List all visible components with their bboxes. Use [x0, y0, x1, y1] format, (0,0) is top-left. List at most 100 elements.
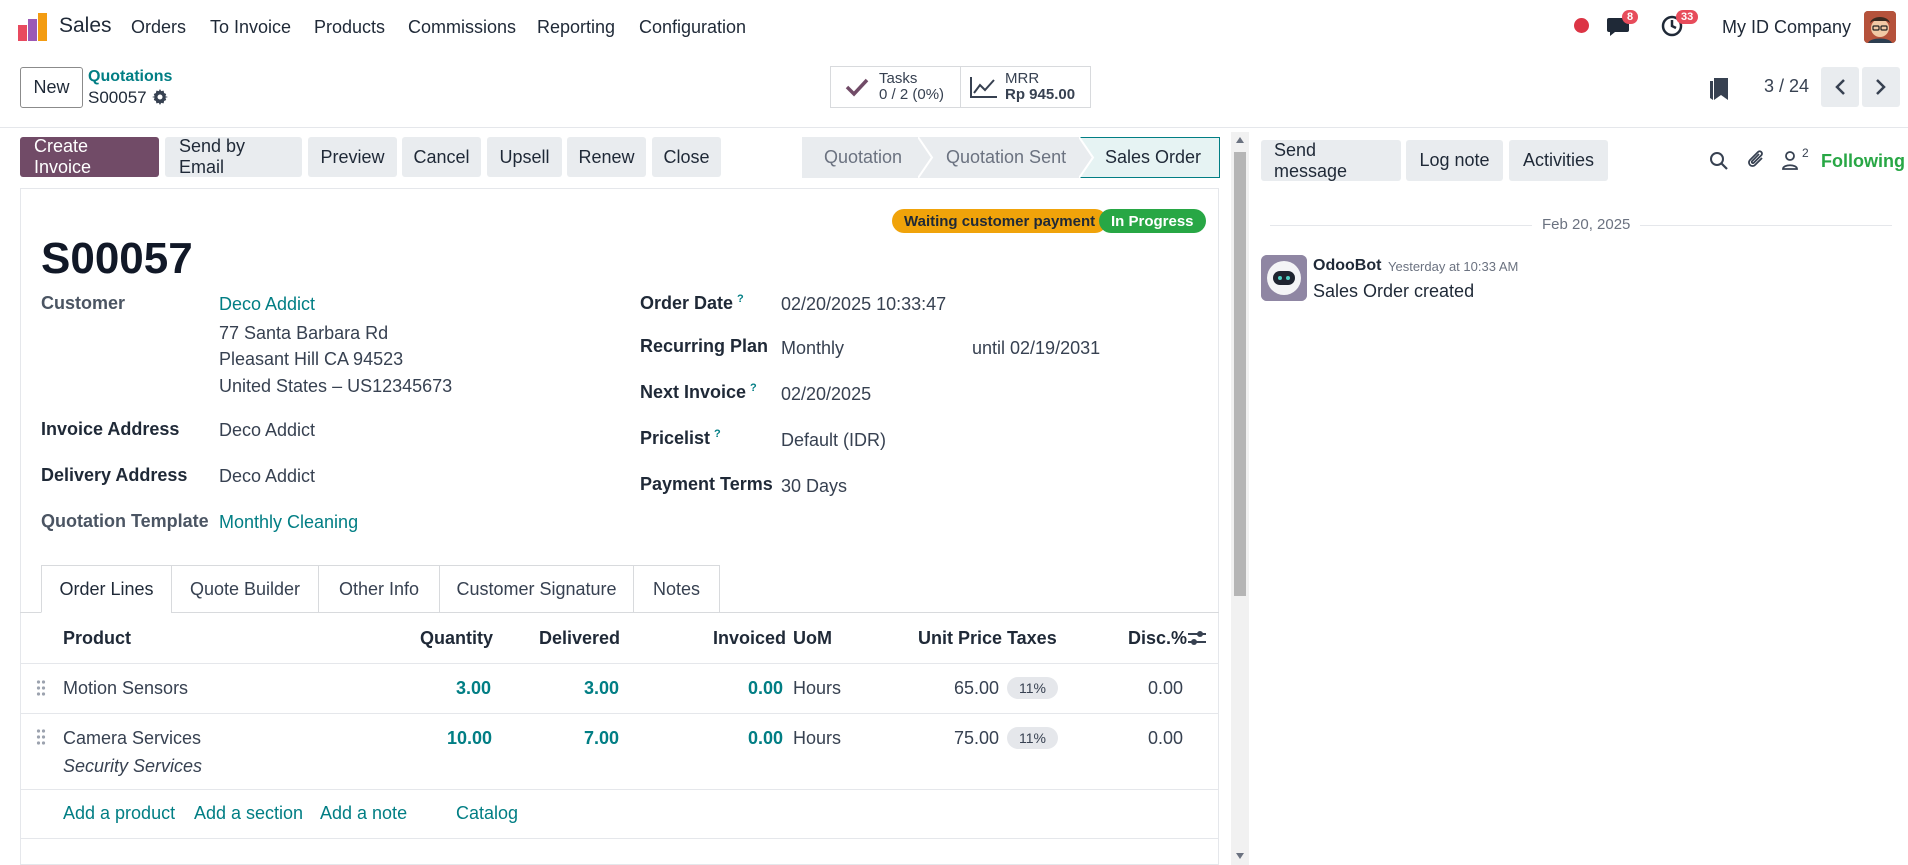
recurring-end-date[interactable]: until 02/19/2031: [972, 338, 1100, 359]
row2-unit-price[interactable]: 75.00: [954, 728, 999, 749]
help-icon[interactable]: ?: [737, 293, 744, 305]
message-author[interactable]: OdooBot: [1313, 257, 1381, 275]
column-product[interactable]: Product: [63, 628, 131, 649]
menu-commissions[interactable]: Commissions: [408, 17, 516, 38]
catalog-link[interactable]: Catalog: [456, 803, 518, 824]
bookmark-icon[interactable]: [1708, 76, 1730, 102]
scroll-up-icon[interactable]: [1235, 136, 1245, 144]
tab-other-info[interactable]: Other Info: [318, 565, 440, 613]
company-switcher[interactable]: My ID Company: [1722, 17, 1851, 38]
payment-terms-label: Payment Terms: [640, 474, 773, 494]
activities-button[interactable]: Activities: [1509, 140, 1608, 181]
next-invoice-field[interactable]: 02/20/2025: [781, 384, 871, 405]
gear-icon[interactable]: [152, 89, 168, 105]
app-name[interactable]: Sales: [59, 14, 112, 38]
preview-button[interactable]: Preview: [308, 137, 397, 177]
pricelist-label: Pricelist?: [640, 428, 721, 448]
scroll-down-icon[interactable]: [1235, 852, 1245, 860]
renew-button[interactable]: Renew: [567, 137, 646, 177]
cancel-button[interactable]: Cancel: [402, 137, 481, 177]
close-button[interactable]: Close: [652, 137, 721, 177]
log-note-button[interactable]: Log note: [1406, 140, 1503, 181]
menu-configuration[interactable]: Configuration: [639, 17, 746, 38]
optional-columns-icon[interactable]: [1187, 629, 1207, 647]
customer-address-line2: Pleasant Hill CA 94523: [219, 349, 404, 369]
row1-quantity[interactable]: 3.00: [456, 678, 491, 699]
recurring-plan-field[interactable]: Monthly: [781, 338, 844, 359]
top-navbar: Sales Orders To Invoice Products Commiss…: [0, 0, 1908, 55]
column-invoiced[interactable]: Invoiced: [713, 628, 786, 649]
tab-notes[interactable]: Notes: [633, 565, 720, 613]
row1-discount[interactable]: 0.00: [1148, 678, 1183, 699]
row2-discount[interactable]: 0.00: [1148, 728, 1183, 749]
row1-product[interactable]: Motion Sensors: [63, 678, 188, 699]
customer-link[interactable]: Deco Addict: [219, 294, 315, 315]
paperclip-icon[interactable]: [1747, 149, 1767, 171]
column-unit-price[interactable]: Unit Price: [918, 628, 1002, 649]
tab-order-lines[interactable]: Order Lines: [41, 565, 172, 613]
mrr-value: Rp 945.00: [1005, 86, 1076, 103]
mrr-smart-button[interactable]: MRR Rp 945.00: [960, 66, 1091, 108]
tasks-smart-button[interactable]: Tasks 0 / 2 (0%): [830, 66, 961, 108]
pricelist-field[interactable]: Default (IDR): [781, 430, 886, 451]
row2-quantity[interactable]: 10.00: [447, 728, 492, 749]
drag-handle-icon[interactable]: [36, 679, 46, 697]
menu-to-invoice[interactable]: To Invoice: [210, 17, 291, 38]
table-header-divider: [20, 663, 1219, 664]
breadcrumb-quotations[interactable]: Quotations: [88, 68, 172, 86]
menu-products[interactable]: Products: [314, 17, 385, 38]
table-row-divider: [20, 789, 1219, 790]
quotation-template-link[interactable]: Monthly Cleaning: [219, 512, 358, 533]
column-uom[interactable]: UoM: [793, 628, 832, 649]
stage-quotation[interactable]: Quotation: [802, 137, 918, 178]
recurring-plan-label: Recurring Plan: [640, 336, 769, 356]
send-message-button[interactable]: Send message: [1261, 140, 1401, 181]
add-section-link[interactable]: Add a section: [194, 803, 303, 824]
column-taxes[interactable]: Taxes: [1007, 628, 1057, 649]
add-product-link[interactable]: Add a product: [63, 803, 175, 824]
tab-quote-builder[interactable]: Quote Builder: [171, 565, 319, 613]
column-quantity[interactable]: Quantity: [420, 628, 493, 649]
tab-customer-signature[interactable]: Customer Signature: [439, 565, 634, 613]
menu-reporting[interactable]: Reporting: [537, 17, 615, 38]
help-icon[interactable]: ?: [750, 382, 757, 394]
customer-address-line1: 77 Santa Barbara Rd: [219, 323, 389, 343]
row1-delivered[interactable]: 3.00: [584, 678, 619, 699]
payment-terms-field[interactable]: 30 Days: [781, 476, 847, 497]
order-date-field[interactable]: 02/20/2025 10:33:47: [781, 294, 946, 315]
add-note-link[interactable]: Add a note: [320, 803, 407, 824]
chevron-right-icon: [1876, 79, 1886, 95]
row2-product[interactable]: Camera Services: [63, 728, 201, 749]
recording-indicator-icon[interactable]: [1574, 18, 1589, 33]
stage-sales-order[interactable]: Sales Order: [1079, 137, 1220, 178]
row1-uom[interactable]: Hours: [793, 678, 841, 699]
column-discount[interactable]: Disc.%: [1128, 628, 1187, 649]
following-button[interactable]: Following: [1821, 151, 1905, 172]
row2-uom[interactable]: Hours: [793, 728, 841, 749]
user-avatar[interactable]: [1864, 11, 1896, 43]
line-chart-icon: [970, 77, 997, 98]
row1-tax-badge[interactable]: 11%: [1007, 677, 1058, 699]
drag-handle-icon[interactable]: [36, 728, 46, 746]
upsell-button[interactable]: Upsell: [487, 137, 562, 177]
followers-icon[interactable]: [1781, 150, 1799, 170]
pager-value[interactable]: 3 / 24: [1764, 76, 1809, 97]
pager-previous-button[interactable]: [1821, 67, 1859, 107]
search-icon[interactable]: [1709, 151, 1728, 170]
pager-next-button[interactable]: [1862, 67, 1900, 107]
new-button[interactable]: New: [20, 67, 83, 108]
form-scrollbar-thumb[interactable]: [1234, 152, 1246, 596]
menu-orders[interactable]: Orders: [131, 17, 186, 38]
row2-delivered[interactable]: 7.00: [584, 728, 619, 749]
row1-unit-price[interactable]: 65.00: [954, 678, 999, 699]
help-icon[interactable]: ?: [714, 428, 721, 440]
column-delivered[interactable]: Delivered: [539, 628, 620, 649]
create-invoice-button[interactable]: Create Invoice: [20, 136, 159, 177]
row2-description[interactable]: Security Services: [63, 756, 202, 777]
stage-quotation-sent[interactable]: Quotation Sent: [918, 137, 1079, 178]
send-by-email-button[interactable]: Send by Email: [165, 136, 302, 177]
delivery-address-field[interactable]: Deco Addict: [219, 466, 315, 487]
row2-tax-badge[interactable]: 11%: [1007, 727, 1058, 749]
sales-app-icon[interactable]: [18, 13, 48, 41]
invoice-address-field[interactable]: Deco Addict: [219, 420, 315, 441]
